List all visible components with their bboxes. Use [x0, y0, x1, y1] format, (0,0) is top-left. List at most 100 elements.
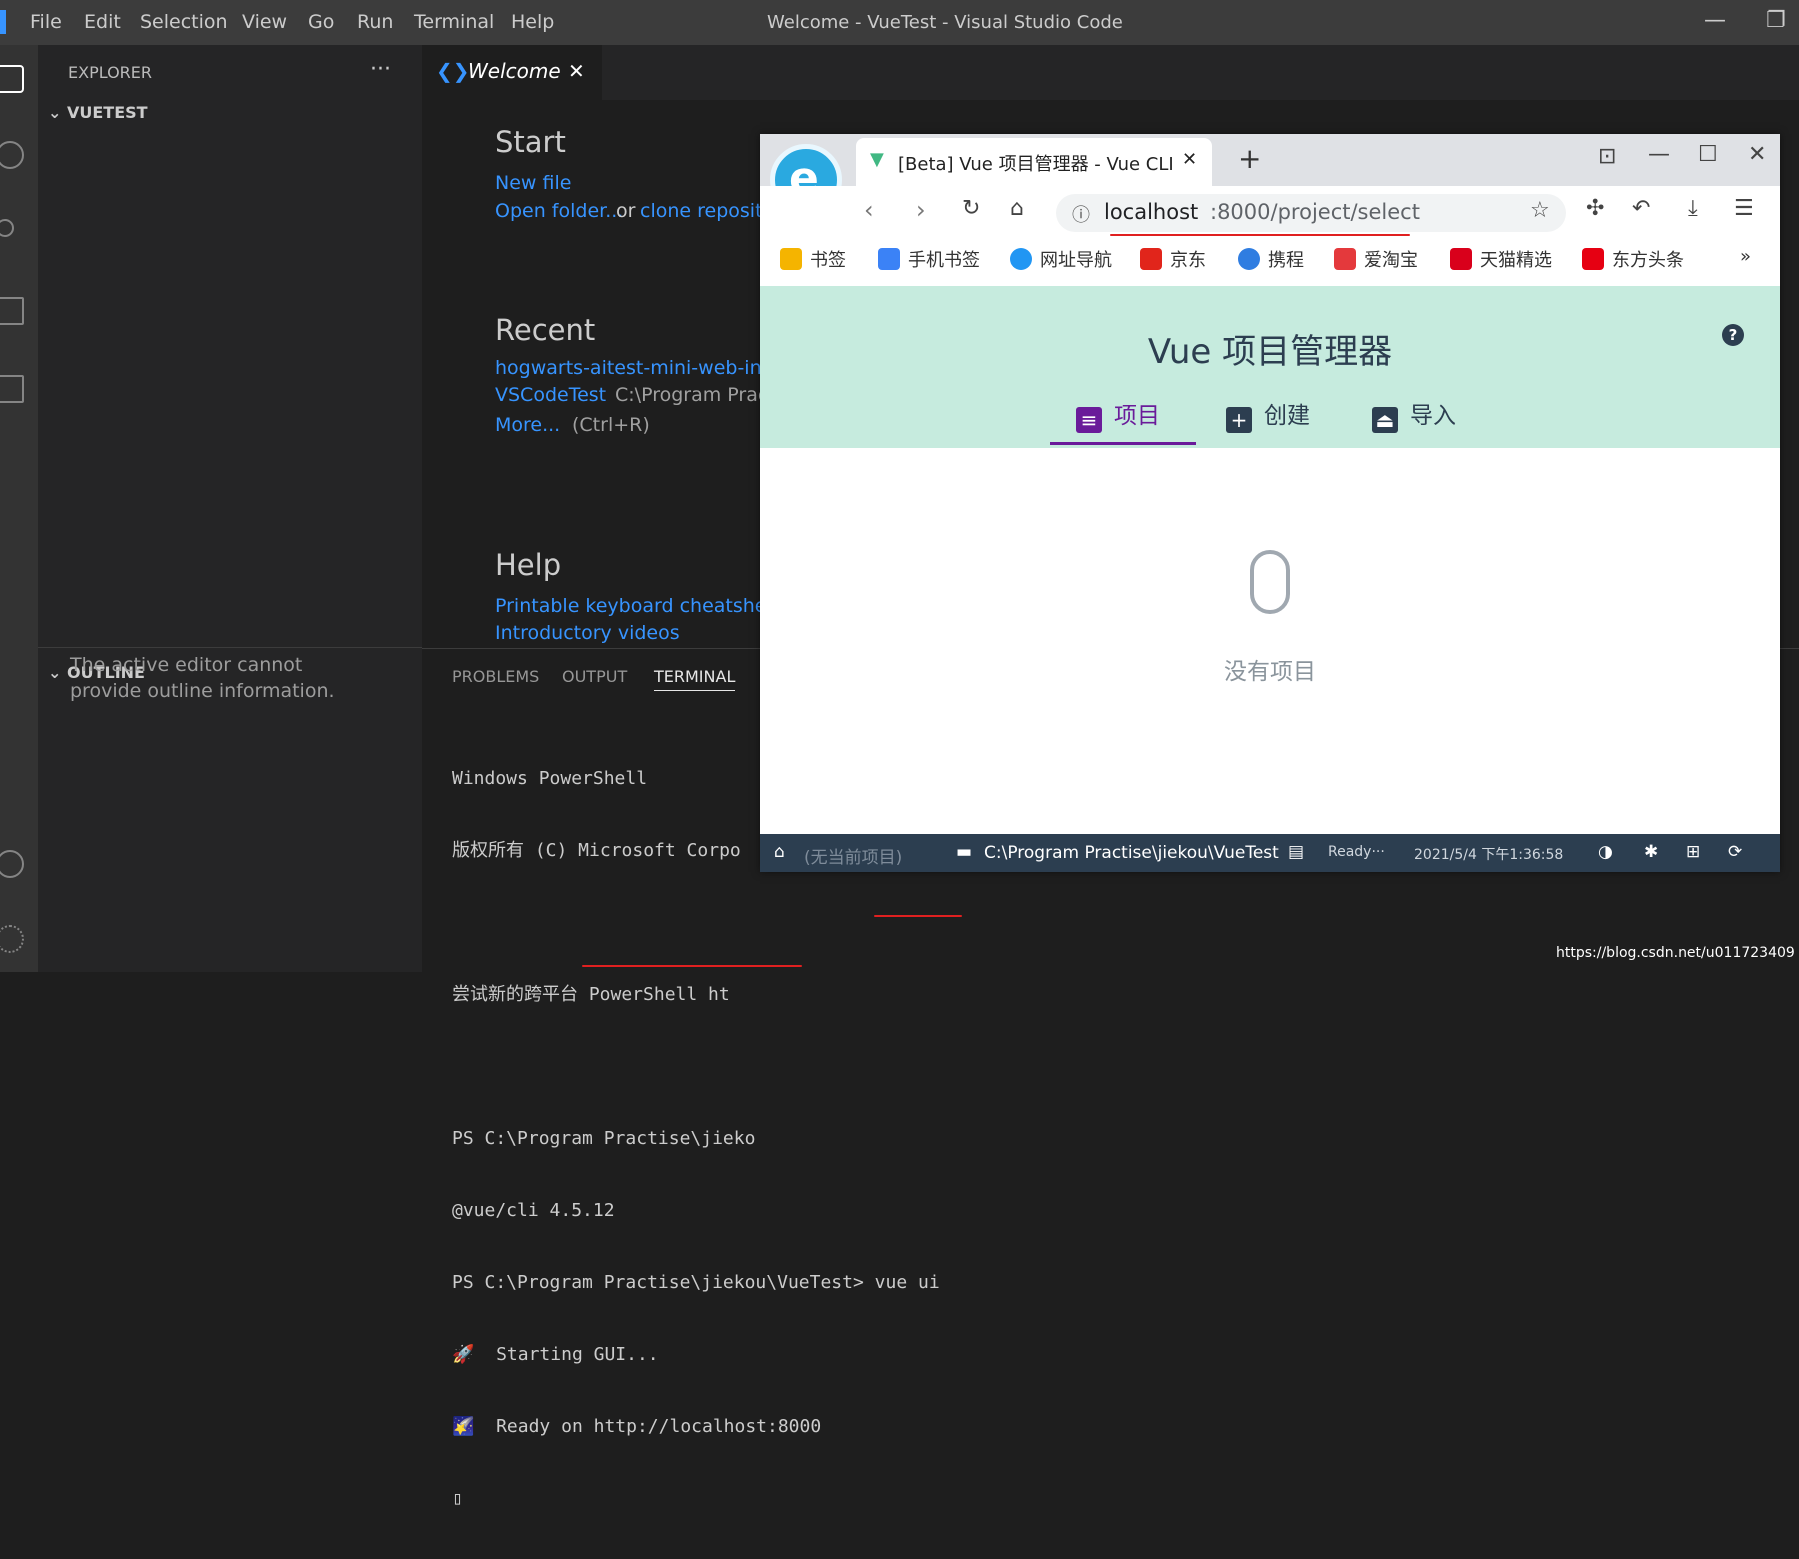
- minimize-button[interactable]: —: [1648, 142, 1670, 167]
- tab-output[interactable]: OUTPUT: [562, 667, 627, 686]
- folder-icon: ▬: [956, 842, 973, 862]
- folder-section[interactable]: ⌄ VUETEST: [48, 103, 148, 122]
- bookmark[interactable]: 书签: [780, 246, 846, 272]
- terminal-cursor: ▯: [452, 1488, 463, 1509]
- more-actions-icon[interactable]: ···: [370, 57, 391, 82]
- toutiao-icon: [1582, 248, 1604, 270]
- star-icon: [780, 248, 802, 270]
- close-window-button[interactable]: ✕: [1748, 142, 1766, 167]
- bug-icon[interactable]: ✱: [1644, 842, 1658, 862]
- bookmark[interactable]: 京东: [1140, 246, 1206, 272]
- refresh-icon[interactable]: ⟳: [1728, 842, 1742, 862]
- browser-tab[interactable]: ▼ [Beta] Vue 项目管理器 - Vue CLI ✕: [856, 138, 1212, 186]
- account-icon[interactable]: [0, 850, 24, 878]
- bookmark[interactable]: 携程: [1238, 246, 1304, 272]
- recent-item[interactable]: VSCodeTest: [495, 384, 606, 406]
- terminal-line: 🚀 Starting GUI...: [452, 1344, 659, 1365]
- extensions-icon[interactable]: ✣: [1586, 196, 1604, 221]
- dark-mode-icon[interactable]: ◑: [1598, 842, 1613, 862]
- more-link[interactable]: More...: [495, 414, 560, 436]
- tab-label: Welcome: [468, 59, 561, 83]
- bookmark[interactable]: 爱淘宝: [1334, 246, 1418, 272]
- project-path[interactable]: C:\Program Practise\jiekou\VueTest: [984, 843, 1279, 863]
- menu-icon[interactable]: ☰: [1734, 196, 1754, 221]
- undo-icon[interactable]: ↶: [1632, 196, 1650, 221]
- source-control-icon[interactable]: [0, 219, 14, 237]
- page-title: Vue 项目管理器: [1147, 332, 1393, 372]
- vscode-logo-icon: [0, 10, 6, 34]
- new-file-link[interactable]: New file: [495, 172, 571, 194]
- bookmark[interactable]: 东方头条: [1582, 246, 1684, 272]
- tab-projects[interactable]: ≡ 项目: [1076, 396, 1160, 433]
- watermark: https://blog.csdn.net/u011723409: [1556, 945, 1795, 961]
- gear-icon[interactable]: [0, 925, 24, 953]
- status-bar: ⌂ (无当前项目) ▬ C:\Program Practise\jiekou\V…: [760, 834, 1780, 872]
- translate-icon[interactable]: ⊞: [1686, 842, 1700, 862]
- open-folder-link[interactable]: Open folder...: [495, 200, 623, 222]
- maximize-button[interactable]: ☐: [1698, 142, 1718, 167]
- new-tab-button[interactable]: +: [1238, 142, 1261, 175]
- tab-create[interactable]: + 创建: [1226, 396, 1310, 433]
- address-bar[interactable]: ⓘ localhost :8000/project/select ☆: [1056, 194, 1566, 232]
- help-link[interactable]: Printable keyboard cheatsheet: [495, 595, 786, 617]
- vscode-icon: ❮❯: [436, 59, 470, 83]
- tab-welcome[interactable]: ❮❯ Welcome ✕: [422, 45, 602, 100]
- search-icon[interactable]: [0, 141, 24, 169]
- bookmark[interactable]: 网址导航: [1010, 246, 1112, 272]
- minimize-button[interactable]: —: [1704, 8, 1726, 33]
- bookmark[interactable]: 手机书签: [878, 246, 980, 272]
- clone-repo-link[interactable]: clone reposito: [640, 200, 774, 222]
- home-icon[interactable]: ⌂: [774, 842, 785, 862]
- tab-problems[interactable]: PROBLEMS: [452, 667, 539, 686]
- url-host: localhost: [1104, 200, 1199, 224]
- help-icon[interactable]: ?: [1722, 324, 1744, 346]
- nav-icon: [1010, 248, 1032, 270]
- more-shortcut: (Ctrl+R): [572, 414, 650, 436]
- annotation-underline: [582, 965, 802, 967]
- menu-terminal[interactable]: Terminal: [414, 11, 494, 33]
- log-ready[interactable]: Ready···: [1328, 844, 1385, 860]
- reload-icon[interactable]: ↻: [962, 196, 980, 221]
- info-icon[interactable]: ⓘ: [1072, 201, 1090, 227]
- tab-import[interactable]: ⏏ 导入: [1372, 396, 1456, 433]
- help-link[interactable]: Introductory videos: [495, 622, 680, 644]
- menu-selection[interactable]: Selection: [140, 11, 228, 33]
- vue-favicon-icon: ▼: [870, 149, 884, 170]
- ctrip-icon: [1238, 248, 1260, 270]
- menu-file[interactable]: File: [30, 11, 62, 33]
- menu-go[interactable]: Go: [308, 11, 334, 33]
- run-debug-icon[interactable]: [0, 297, 24, 325]
- recent-path: C:\Program Pract: [615, 384, 776, 406]
- terminal-line: 🌠 Ready on http://localhost:8000: [452, 1416, 822, 1437]
- back-icon[interactable]: ‹: [864, 196, 874, 224]
- bookmarks-more[interactable]: »: [1740, 246, 1751, 267]
- star-icon[interactable]: ☆: [1530, 198, 1550, 223]
- list-icon: ≡: [1076, 407, 1102, 433]
- recent-item[interactable]: hogwarts-aitest-mini-web-ing: [495, 357, 774, 379]
- forward-icon[interactable]: ›: [916, 196, 926, 224]
- extensions-icon[interactable]: [0, 375, 24, 403]
- menu-run[interactable]: Run: [357, 11, 393, 33]
- help-heading: Help: [495, 548, 562, 582]
- bookmark[interactable]: 天猫精选: [1450, 246, 1552, 272]
- menu-view[interactable]: View: [242, 11, 287, 33]
- shirt-icon[interactable]: ⊡: [1598, 144, 1616, 169]
- explorer-header: EXPLORER: [68, 63, 152, 82]
- window-title: Welcome - VueTest - Visual Studio Code: [767, 12, 1123, 33]
- console-icon[interactable]: ▤: [1288, 842, 1304, 862]
- browser-tab-title: [Beta] Vue 项目管理器 - Vue CLI: [898, 154, 1174, 175]
- tab-terminal[interactable]: TERMINAL: [654, 667, 736, 691]
- maximize-button[interactable]: ❐: [1766, 8, 1786, 33]
- no-project-label[interactable]: (无当前项目): [804, 843, 902, 868]
- explorer-icon[interactable]: [0, 65, 24, 93]
- home-icon[interactable]: ⌂: [1010, 196, 1024, 221]
- terminal-line: @vue/cli 4.5.12: [452, 1200, 615, 1221]
- close-icon[interactable]: ✕: [1182, 149, 1197, 170]
- menu-edit[interactable]: Edit: [84, 11, 121, 33]
- menu-help[interactable]: Help: [511, 11, 554, 33]
- annotation-underline: [874, 915, 962, 917]
- download-icon[interactable]: ⤓: [1688, 196, 1698, 221]
- close-icon[interactable]: ✕: [568, 59, 585, 83]
